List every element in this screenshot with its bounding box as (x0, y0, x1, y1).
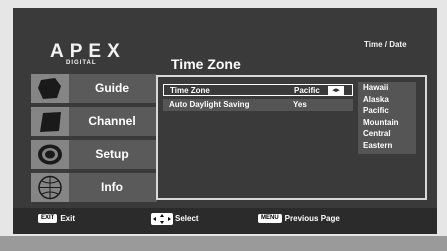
menu-label: Previous Page (284, 214, 340, 223)
exit-key: EXIT (38, 214, 58, 224)
bezel-strip (0, 236, 447, 251)
select-label: Select (175, 214, 199, 224)
row-label: Auto Daylight Saving (169, 100, 250, 109)
sidebar-item-guide[interactable]: Guide (31, 74, 157, 103)
sidebar-item-label: Guide (94, 81, 129, 95)
dropdown-option[interactable]: Eastern (358, 140, 416, 152)
row-label: Time Zone (170, 86, 210, 95)
row-value: Yes (293, 100, 307, 109)
globe-icon (31, 173, 69, 202)
dropdown-option[interactable]: Central (358, 128, 416, 140)
auto-daylight-saving-row[interactable]: Auto Daylight Saving Yes (163, 99, 353, 111)
dropdown-option[interactable]: Hawaii (358, 82, 416, 94)
exit-hint[interactable]: EXIT Exit (38, 213, 75, 225)
sidebar-item-setup[interactable]: Setup (31, 140, 157, 169)
disc-icon (31, 140, 69, 169)
sidebar-item-label: Info (101, 180, 123, 194)
time-zone-row[interactable]: Time Zone Pacific ◂▸ (163, 84, 353, 96)
footer-band (13, 208, 437, 234)
breadcrumb: Time / Date (364, 40, 407, 49)
sidebar-item-channel[interactable]: Channel (31, 107, 157, 136)
page-title: Time Zone (171, 56, 241, 72)
dropdown-option[interactable]: Pacific (358, 105, 416, 117)
exit-label: Exit (60, 214, 76, 223)
left-right-arrows-icon[interactable]: ◂▸ (328, 86, 344, 95)
panel-icon (31, 107, 69, 136)
cube-icon (31, 74, 69, 103)
dpad-icon (151, 213, 173, 225)
row-value: Pacific (294, 86, 320, 95)
time-zone-dropdown[interactable]: Hawaii Alaska Pacific Mountain Central E… (358, 82, 416, 154)
brand-subtitle: DIGITAL (66, 60, 97, 66)
sidebar-item-info[interactable]: Info (31, 173, 157, 202)
menu-hint[interactable]: MENU Previous Page (258, 213, 340, 225)
select-hint[interactable]: Select (151, 213, 199, 225)
dropdown-option[interactable]: Alaska (358, 94, 416, 106)
menu-key: MENU (258, 214, 282, 224)
sidebar-item-label: Setup (95, 147, 129, 161)
dropdown-option[interactable]: Mountain (358, 117, 416, 129)
sidebar-item-label: Channel (88, 114, 136, 128)
